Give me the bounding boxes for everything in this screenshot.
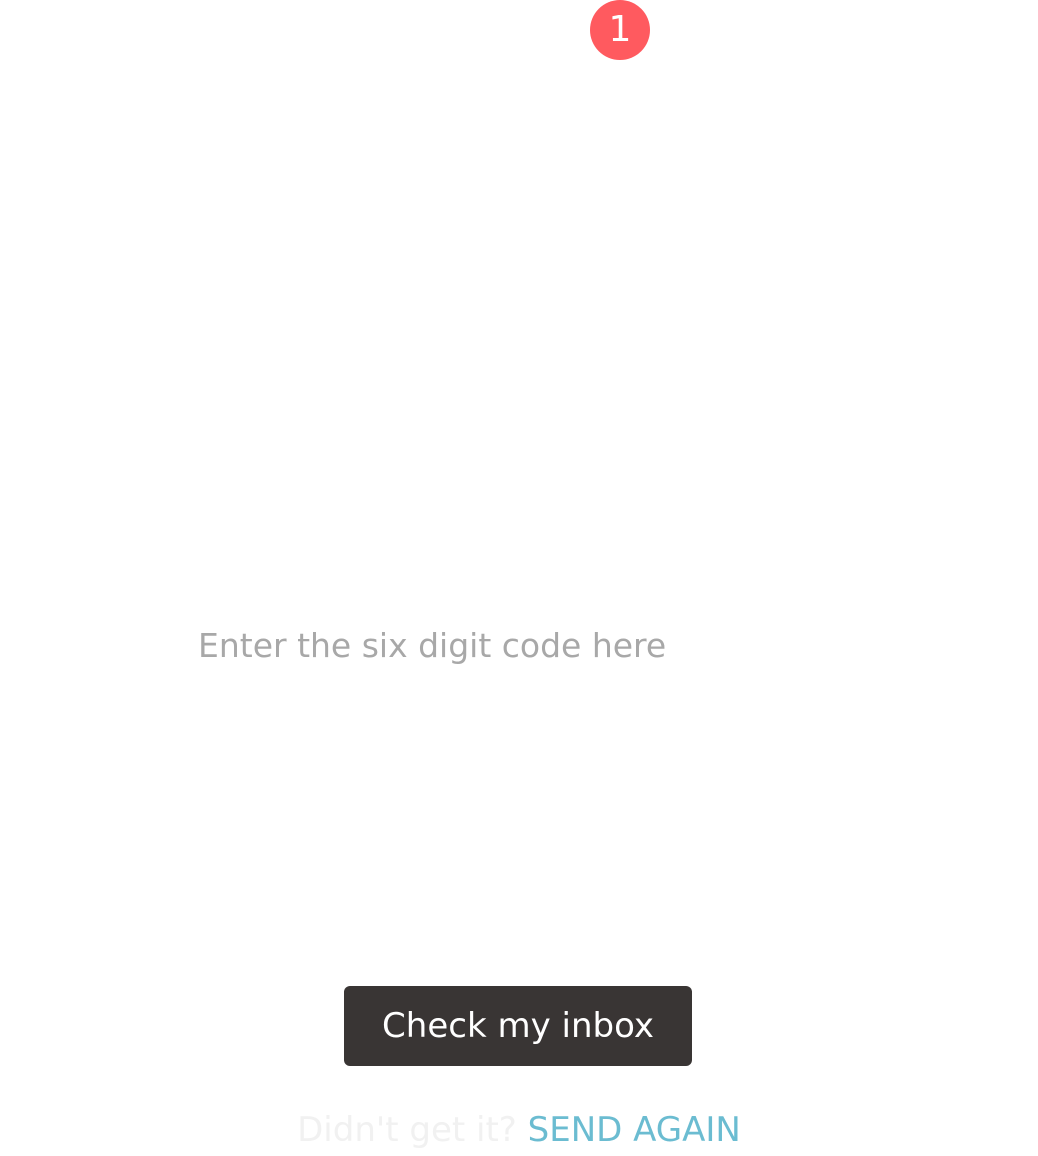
resend-row: Didn't get it? SEND AGAIN bbox=[0, 1104, 1038, 1156]
send-again-link[interactable]: SEND AGAIN bbox=[528, 1110, 741, 1150]
notification-badge: 1 bbox=[590, 0, 650, 60]
verification-code-input[interactable] bbox=[198, 616, 838, 674]
resend-prompt-text: Didn't get it? bbox=[297, 1110, 517, 1150]
check-inbox-button[interactable]: Check my inbox bbox=[344, 986, 692, 1066]
